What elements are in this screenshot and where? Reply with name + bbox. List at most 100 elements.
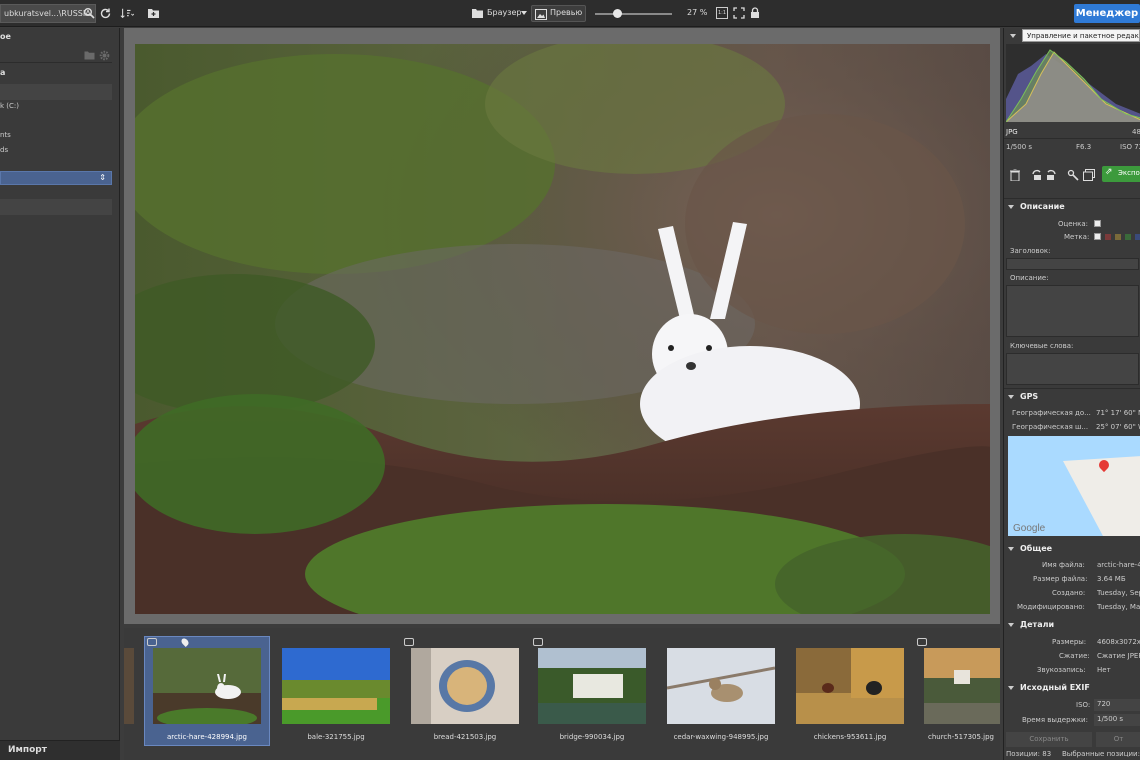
general-header[interactable]: Общее — [1008, 544, 1052, 553]
gps-header[interactable]: GPS — [1008, 392, 1038, 401]
partial-thumbnail[interactable] — [124, 648, 134, 724]
exif-iso-input[interactable]: 720 — [1094, 699, 1140, 711]
nav-row-empty-2[interactable] — [0, 199, 112, 215]
histogram-collapse-icon[interactable] — [1010, 34, 1016, 38]
tag-label: Метка: — [1064, 233, 1090, 241]
thumbnail-church[interactable] — [924, 648, 1000, 724]
zoom-slider-track[interactable] — [595, 13, 672, 15]
longitude-label: Географическая ш... — [1012, 423, 1089, 431]
manager-tooltip: Управление и пакетное редактирование — [1022, 29, 1140, 42]
thumbnail-label: bale-321755.jpg — [307, 733, 365, 741]
rotate-right-icon[interactable] — [1044, 168, 1058, 182]
settings-gear-icon[interactable] — [97, 48, 111, 62]
preview-mode-label: Превью — [550, 8, 583, 17]
export-button[interactable]: ⇗ Экспорт — [1102, 166, 1140, 182]
export-label: Экспорт — [1118, 169, 1140, 177]
items-count: Позиции: 83 — [1006, 750, 1052, 758]
tag-clear-checkbox[interactable] — [1094, 233, 1101, 240]
exif-header[interactable]: Исходный EXIF — [1008, 683, 1090, 692]
browser-folder-icon[interactable] — [470, 6, 484, 20]
thumbnail-bale[interactable] — [282, 648, 390, 724]
manager-button[interactable]: Менеджер — [1074, 4, 1140, 23]
rating-label: Оценка: — [1058, 220, 1089, 228]
downloads-item[interactable]: ds — [0, 146, 8, 154]
selected-dropdown-row[interactable]: ⇕ — [0, 171, 112, 185]
audio-label: Звукозапись: — [1037, 666, 1086, 674]
import-bar[interactable]: Импорт — [0, 740, 120, 760]
thumbnail-label: bridge-990034.jpg — [559, 733, 625, 741]
lock-icon[interactable] — [748, 6, 762, 20]
preview-image-icon[interactable] — [534, 7, 548, 21]
thumbnail-arctic-hare[interactable] — [153, 648, 261, 724]
tag-color-blue[interactable] — [1135, 234, 1140, 240]
description-textarea[interactable] — [1006, 285, 1139, 337]
modified-label: Модифицировано: — [1017, 603, 1085, 611]
camera-icon — [147, 638, 157, 646]
nav-row-empty[interactable] — [0, 84, 112, 100]
google-logo: Google — [1013, 523, 1046, 534]
save-button[interactable]: Сохранить — [1006, 732, 1092, 747]
folder-icon[interactable] — [82, 48, 96, 62]
new-folder-icon[interactable] — [146, 6, 160, 20]
title-field-label: Заголовок: — [1010, 247, 1051, 255]
nav-section-title: ое — [0, 32, 11, 41]
title-input[interactable] — [1006, 258, 1139, 270]
delete-icon[interactable] — [1008, 168, 1022, 182]
filename-value: arctic-hare-4 — [1097, 561, 1140, 569]
created-value: Tuesday, Sep — [1097, 589, 1140, 597]
keywords-textarea[interactable] — [1006, 353, 1139, 385]
rating-clear-checkbox[interactable] — [1094, 220, 1101, 227]
rotate-left-icon[interactable] — [1030, 168, 1044, 182]
search-icon[interactable] — [82, 6, 96, 20]
tag-color-yellow[interactable] — [1115, 234, 1121, 240]
thumbnail-bridge[interactable] — [538, 648, 646, 724]
refresh-icon[interactable] — [98, 6, 112, 20]
latitude-value: 71° 17' 60" N — [1096, 409, 1140, 417]
format-extra: 48 — [1132, 128, 1140, 136]
exif-exposure-label: Время выдержки: — [1022, 716, 1088, 724]
tag-color-green[interactable] — [1125, 234, 1131, 240]
dimensions-label: Размеры: — [1052, 638, 1087, 646]
thumbnail-label: church-517305.jpg — [927, 733, 995, 741]
browser-mode-label[interactable]: Браузер — [487, 8, 521, 17]
sort-icon[interactable] — [120, 6, 134, 20]
thumbnail-cedar-waxwing[interactable] — [667, 648, 775, 724]
dimensions-value: 4608x3072x2 — [1097, 638, 1140, 646]
latitude-label: Географическая до... — [1012, 409, 1091, 417]
thumbnail-bread[interactable] — [411, 648, 519, 724]
gps-map[interactable]: Google — [1008, 436, 1140, 536]
thumbnail-chickens[interactable] — [796, 648, 904, 724]
section-divider — [1004, 198, 1140, 199]
details-header[interactable]: Детали — [1008, 620, 1054, 629]
exif-exposure-input[interactable]: 1/500 s — [1094, 714, 1140, 726]
description-header[interactable]: Описание — [1008, 202, 1065, 211]
exif-iso-label: ISO: — [1076, 701, 1091, 709]
documents-item[interactable]: nts — [0, 131, 11, 139]
camera-icon — [533, 638, 543, 646]
filesize-value: 3.64 МБ — [1097, 575, 1126, 583]
top-toolbar: ubkuratsvel...\RUSSIA Браузер Превью 27 … — [0, 0, 1140, 27]
left-navigator-panel: ое а k (C:) nts ds ⇕ Импорт — [0, 28, 120, 760]
import-label[interactable]: Импорт — [8, 745, 47, 755]
format-label: JPG — [1006, 128, 1018, 136]
fit-screen-icon[interactable] — [732, 6, 746, 20]
updown-arrows-icon[interactable]: ⇕ — [99, 173, 106, 182]
cancel-button[interactable]: От — [1096, 732, 1140, 747]
iso-value: ISO 72 — [1120, 143, 1140, 151]
edit-tools-icon[interactable] — [1066, 168, 1080, 182]
info-divider — [1004, 138, 1140, 139]
nav-section-subtitle: а — [0, 68, 6, 77]
drive-c-item[interactable]: k (C:) — [0, 102, 19, 110]
modified-value: Tuesday, Ma — [1097, 603, 1140, 611]
app-window: ubkuratsvel...\RUSSIA Браузер Превью 27 … — [0, 0, 1140, 760]
zoom-slider-handle[interactable] — [613, 9, 622, 18]
shutter-value: 1/500 s — [1006, 143, 1033, 151]
thumbnail-label: arctic-hare-428994.jpg — [167, 733, 247, 741]
main-photo-arctic-hare[interactable] — [135, 44, 990, 614]
one-to-one-button[interactable]: 1:1 — [716, 7, 728, 19]
tag-color-red[interactable] — [1105, 234, 1111, 240]
image-viewer[interactable] — [124, 28, 1000, 624]
filename-label: Имя файла: — [1042, 561, 1085, 569]
gallery-icon[interactable] — [1082, 168, 1096, 182]
browser-dropdown-arrow-icon[interactable] — [521, 11, 527, 15]
